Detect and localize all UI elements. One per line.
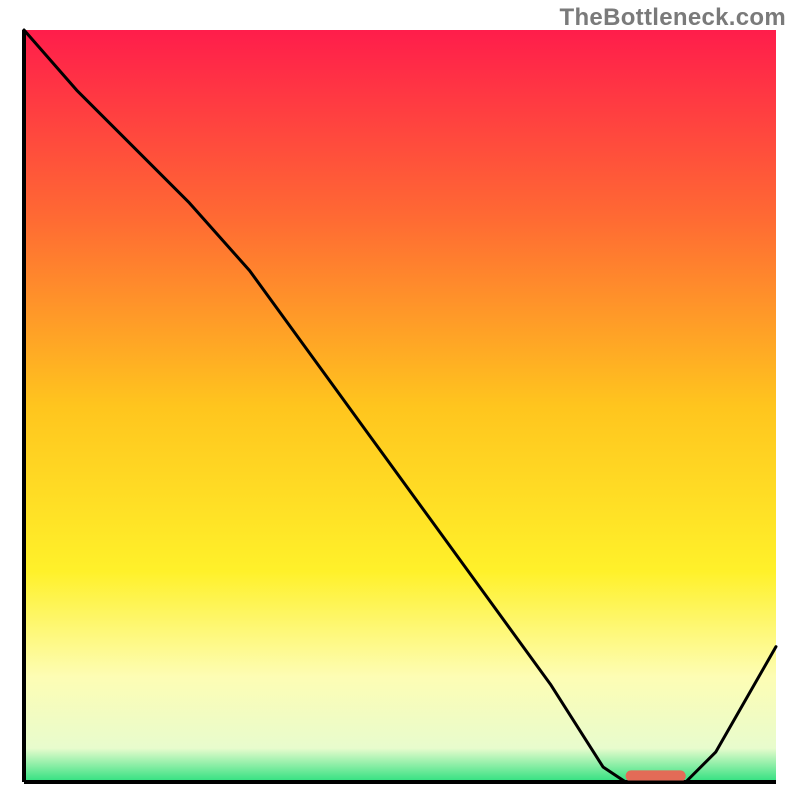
chart-svg xyxy=(22,28,778,784)
optimum-marker xyxy=(626,770,686,781)
chart-stage: TheBottleneck.com xyxy=(0,0,800,800)
plot-area xyxy=(22,28,778,784)
gradient-background xyxy=(24,30,776,782)
